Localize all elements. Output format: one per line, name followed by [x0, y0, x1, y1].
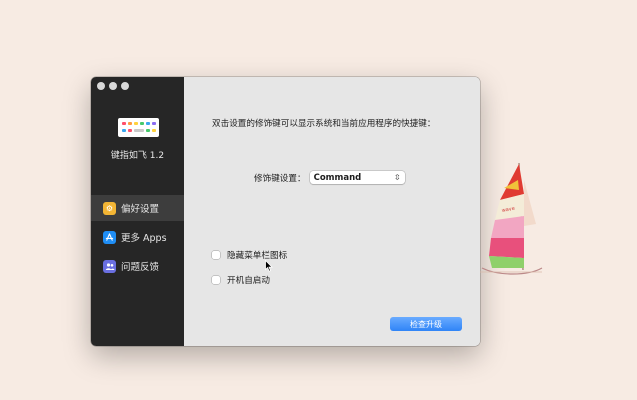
sidebar-item-label: 偏好设置 — [121, 204, 160, 215]
preferences-panel: 双击设置的修饰键可以显示系统和当前应用程序的快捷键： 修饰键设置： Comman… — [184, 77, 480, 346]
sidebar-item-label: 问题反馈 — [121, 262, 160, 273]
mouse-cursor-icon — [265, 260, 273, 272]
sidebar-item-feedback[interactable]: 问题反馈 — [91, 253, 184, 279]
minimize-window-button[interactable] — [109, 82, 117, 90]
hide-menubar-label: 隐藏菜单栏图标 — [227, 251, 288, 261]
hide-menubar-checkbox[interactable] — [212, 251, 220, 259]
modifier-select-value: Command — [313, 172, 362, 183]
sidebar-nav: ⚙ 偏好设置 更多 Apps 问题反馈 — [91, 195, 184, 282]
launch-login-label: 开机自启动 — [227, 276, 270, 286]
zoom-window-button[interactable] — [121, 82, 129, 90]
modifier-setting-row: 修饰键设置： Command ⇳ — [254, 171, 405, 184]
check-update-button[interactable]: 检查升级 — [390, 317, 462, 331]
close-window-button[interactable] — [97, 82, 105, 90]
launch-login-option[interactable]: 开机自启动 — [212, 274, 270, 286]
hide-menubar-option[interactable]: 隐藏菜单栏图标 — [212, 249, 287, 261]
description-text: 双击设置的修饰键可以显示系统和当前应用程序的快捷键： — [212, 119, 436, 129]
app-window: 键指如飞 1.2 ⚙ 偏好设置 更多 Apps 问题反馈 双击设置的修饰键可以显… — [91, 77, 480, 346]
modifier-select[interactable]: Command ⇳ — [309, 171, 405, 184]
keyboard-logo-icon — [118, 118, 159, 137]
chevron-up-down-icon: ⇳ — [393, 173, 401, 182]
people-icon — [103, 259, 116, 273]
sidebar-item-more-apps[interactable]: 更多 Apps — [91, 224, 184, 250]
modifier-label: 修饰键设置： — [254, 173, 306, 184]
sidebar-item-label: 更多 Apps — [121, 233, 167, 244]
sidebar: 键指如飞 1.2 ⚙ 偏好设置 更多 Apps 问题反馈 — [91, 77, 184, 346]
sidebar-item-preferences[interactable]: ⚙ 偏好设置 — [91, 195, 184, 221]
app-title: 键指如飞 1.2 — [110, 151, 165, 161]
window-controls — [97, 82, 129, 90]
sailboat-illustration-icon: wave — [480, 162, 543, 275]
app-store-icon — [103, 230, 116, 244]
gear-icon: ⚙ — [103, 201, 116, 215]
launch-login-checkbox[interactable] — [212, 276, 220, 284]
